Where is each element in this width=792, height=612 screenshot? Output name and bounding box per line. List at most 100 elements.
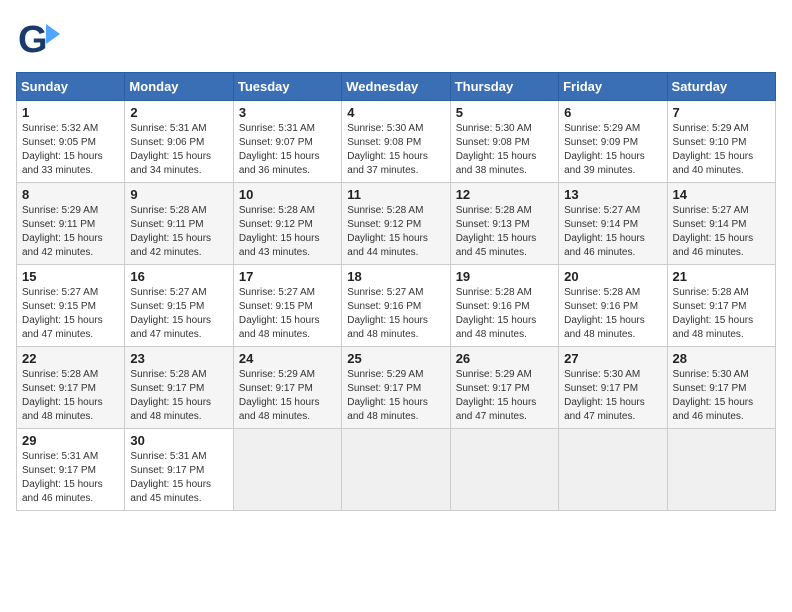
- calendar-day-cell: 1 Sunrise: 5:32 AMSunset: 9:05 PMDayligh…: [17, 101, 125, 183]
- day-info: Sunrise: 5:28 AMSunset: 9:17 PMDaylight:…: [673, 287, 754, 340]
- day-number: 17: [239, 269, 336, 284]
- day-info: Sunrise: 5:27 AMSunset: 9:14 PMDaylight:…: [673, 205, 754, 258]
- calendar-day-cell: 22 Sunrise: 5:28 AMSunset: 9:17 PMDaylig…: [17, 347, 125, 429]
- day-number: 23: [130, 351, 227, 366]
- day-number: 30: [130, 433, 227, 448]
- day-number: 22: [22, 351, 119, 366]
- calendar-day-cell: [667, 429, 775, 511]
- day-number: 7: [673, 105, 770, 120]
- calendar-day-cell: 8 Sunrise: 5:29 AMSunset: 9:11 PMDayligh…: [17, 183, 125, 265]
- day-number: 9: [130, 187, 227, 202]
- day-info: Sunrise: 5:29 AMSunset: 9:17 PMDaylight:…: [456, 369, 537, 422]
- calendar: SundayMondayTuesdayWednesdayThursdayFrid…: [16, 72, 776, 511]
- day-number: 27: [564, 351, 661, 366]
- calendar-day-cell: 6 Sunrise: 5:29 AMSunset: 9:09 PMDayligh…: [559, 101, 667, 183]
- weekday-header: Tuesday: [233, 73, 341, 101]
- calendar-day-cell: 10 Sunrise: 5:28 AMSunset: 9:12 PMDaylig…: [233, 183, 341, 265]
- calendar-day-cell: 23 Sunrise: 5:28 AMSunset: 9:17 PMDaylig…: [125, 347, 233, 429]
- day-number: 15: [22, 269, 119, 284]
- day-number: 13: [564, 187, 661, 202]
- calendar-day-cell: 25 Sunrise: 5:29 AMSunset: 9:17 PMDaylig…: [342, 347, 450, 429]
- weekday-header: Monday: [125, 73, 233, 101]
- calendar-day-cell: 30 Sunrise: 5:31 AMSunset: 9:17 PMDaylig…: [125, 429, 233, 511]
- weekday-header: Sunday: [17, 73, 125, 101]
- day-info: Sunrise: 5:28 AMSunset: 9:11 PMDaylight:…: [130, 205, 211, 258]
- day-number: 16: [130, 269, 227, 284]
- calendar-day-cell: 13 Sunrise: 5:27 AMSunset: 9:14 PMDaylig…: [559, 183, 667, 265]
- calendar-week-row: 8 Sunrise: 5:29 AMSunset: 9:11 PMDayligh…: [17, 183, 776, 265]
- day-info: Sunrise: 5:29 AMSunset: 9:10 PMDaylight:…: [673, 123, 754, 176]
- calendar-day-cell: 16 Sunrise: 5:27 AMSunset: 9:15 PMDaylig…: [125, 265, 233, 347]
- calendar-day-cell: [342, 429, 450, 511]
- calendar-day-cell: 14 Sunrise: 5:27 AMSunset: 9:14 PMDaylig…: [667, 183, 775, 265]
- day-info: Sunrise: 5:31 AMSunset: 9:06 PMDaylight:…: [130, 123, 211, 176]
- calendar-week-row: 22 Sunrise: 5:28 AMSunset: 9:17 PMDaylig…: [17, 347, 776, 429]
- calendar-week-row: 1 Sunrise: 5:32 AMSunset: 9:05 PMDayligh…: [17, 101, 776, 183]
- day-info: Sunrise: 5:27 AMSunset: 9:14 PMDaylight:…: [564, 205, 645, 258]
- calendar-day-cell: 15 Sunrise: 5:27 AMSunset: 9:15 PMDaylig…: [17, 265, 125, 347]
- day-info: Sunrise: 5:27 AMSunset: 9:16 PMDaylight:…: [347, 287, 428, 340]
- calendar-day-cell: 19 Sunrise: 5:28 AMSunset: 9:16 PMDaylig…: [450, 265, 558, 347]
- day-number: 28: [673, 351, 770, 366]
- day-number: 2: [130, 105, 227, 120]
- weekday-header: Friday: [559, 73, 667, 101]
- day-number: 21: [673, 269, 770, 284]
- calendar-day-cell: 5 Sunrise: 5:30 AMSunset: 9:08 PMDayligh…: [450, 101, 558, 183]
- calendar-day-cell: 12 Sunrise: 5:28 AMSunset: 9:13 PMDaylig…: [450, 183, 558, 265]
- calendar-day-cell: 27 Sunrise: 5:30 AMSunset: 9:17 PMDaylig…: [559, 347, 667, 429]
- day-info: Sunrise: 5:32 AMSunset: 9:05 PMDaylight:…: [22, 123, 103, 176]
- day-info: Sunrise: 5:27 AMSunset: 9:15 PMDaylight:…: [22, 287, 103, 340]
- day-info: Sunrise: 5:27 AMSunset: 9:15 PMDaylight:…: [239, 287, 320, 340]
- day-info: Sunrise: 5:29 AMSunset: 9:17 PMDaylight:…: [239, 369, 320, 422]
- weekday-header: Saturday: [667, 73, 775, 101]
- calendar-day-cell: 20 Sunrise: 5:28 AMSunset: 9:16 PMDaylig…: [559, 265, 667, 347]
- calendar-day-cell: 2 Sunrise: 5:31 AMSunset: 9:06 PMDayligh…: [125, 101, 233, 183]
- day-number: 11: [347, 187, 444, 202]
- calendar-day-cell: 29 Sunrise: 5:31 AMSunset: 9:17 PMDaylig…: [17, 429, 125, 511]
- day-info: Sunrise: 5:28 AMSunset: 9:16 PMDaylight:…: [456, 287, 537, 340]
- calendar-day-cell: 17 Sunrise: 5:27 AMSunset: 9:15 PMDaylig…: [233, 265, 341, 347]
- day-info: Sunrise: 5:28 AMSunset: 9:17 PMDaylight:…: [130, 369, 211, 422]
- day-info: Sunrise: 5:29 AMSunset: 9:17 PMDaylight:…: [347, 369, 428, 422]
- calendar-day-cell: 3 Sunrise: 5:31 AMSunset: 9:07 PMDayligh…: [233, 101, 341, 183]
- calendar-day-cell: 26 Sunrise: 5:29 AMSunset: 9:17 PMDaylig…: [450, 347, 558, 429]
- day-info: Sunrise: 5:30 AMSunset: 9:08 PMDaylight:…: [347, 123, 428, 176]
- day-number: 20: [564, 269, 661, 284]
- day-info: Sunrise: 5:27 AMSunset: 9:15 PMDaylight:…: [130, 287, 211, 340]
- calendar-day-cell: 11 Sunrise: 5:28 AMSunset: 9:12 PMDaylig…: [342, 183, 450, 265]
- day-info: Sunrise: 5:28 AMSunset: 9:17 PMDaylight:…: [22, 369, 103, 422]
- day-info: Sunrise: 5:28 AMSunset: 9:13 PMDaylight:…: [456, 205, 537, 258]
- day-number: 10: [239, 187, 336, 202]
- calendar-week-row: 29 Sunrise: 5:31 AMSunset: 9:17 PMDaylig…: [17, 429, 776, 511]
- calendar-day-cell: [559, 429, 667, 511]
- calendar-day-cell: [450, 429, 558, 511]
- calendar-week-row: 15 Sunrise: 5:27 AMSunset: 9:15 PMDaylig…: [17, 265, 776, 347]
- logo: G: [16, 16, 68, 64]
- calendar-day-cell: 7 Sunrise: 5:29 AMSunset: 9:10 PMDayligh…: [667, 101, 775, 183]
- day-info: Sunrise: 5:30 AMSunset: 9:08 PMDaylight:…: [456, 123, 537, 176]
- day-info: Sunrise: 5:31 AMSunset: 9:17 PMDaylight:…: [130, 451, 211, 504]
- day-info: Sunrise: 5:30 AMSunset: 9:17 PMDaylight:…: [673, 369, 754, 422]
- day-number: 5: [456, 105, 553, 120]
- calendar-day-cell: [233, 429, 341, 511]
- day-number: 18: [347, 269, 444, 284]
- day-info: Sunrise: 5:29 AMSunset: 9:09 PMDaylight:…: [564, 123, 645, 176]
- day-number: 3: [239, 105, 336, 120]
- day-info: Sunrise: 5:28 AMSunset: 9:12 PMDaylight:…: [239, 205, 320, 258]
- day-number: 1: [22, 105, 119, 120]
- calendar-header-row: SundayMondayTuesdayWednesdayThursdayFrid…: [17, 73, 776, 101]
- calendar-day-cell: 4 Sunrise: 5:30 AMSunset: 9:08 PMDayligh…: [342, 101, 450, 183]
- day-info: Sunrise: 5:31 AMSunset: 9:17 PMDaylight:…: [22, 451, 103, 504]
- calendar-day-cell: 21 Sunrise: 5:28 AMSunset: 9:17 PMDaylig…: [667, 265, 775, 347]
- day-info: Sunrise: 5:29 AMSunset: 9:11 PMDaylight:…: [22, 205, 103, 258]
- day-number: 19: [456, 269, 553, 284]
- day-number: 4: [347, 105, 444, 120]
- calendar-day-cell: 28 Sunrise: 5:30 AMSunset: 9:17 PMDaylig…: [667, 347, 775, 429]
- day-number: 25: [347, 351, 444, 366]
- day-number: 8: [22, 187, 119, 202]
- calendar-day-cell: 9 Sunrise: 5:28 AMSunset: 9:11 PMDayligh…: [125, 183, 233, 265]
- day-info: Sunrise: 5:31 AMSunset: 9:07 PMDaylight:…: [239, 123, 320, 176]
- header: G: [16, 16, 776, 64]
- day-number: 14: [673, 187, 770, 202]
- day-number: 6: [564, 105, 661, 120]
